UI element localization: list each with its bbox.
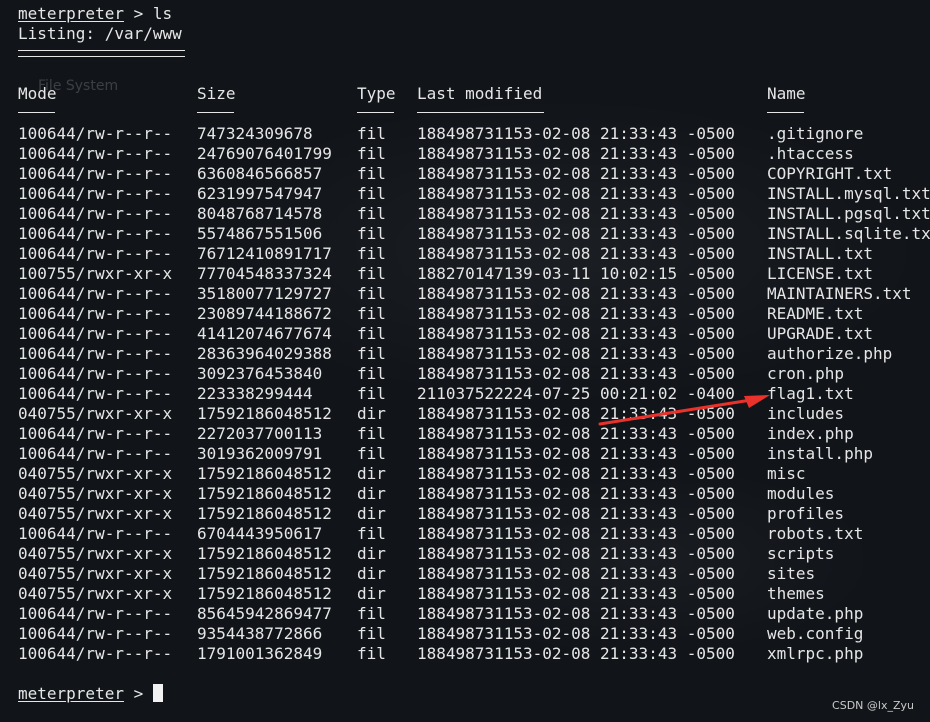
red-arrow-icon	[598, 395, 770, 426]
watermark: CSDN @lx_Zyu	[832, 699, 914, 712]
arrow-shaft	[598, 398, 753, 426]
terminal-window[interactable]: File System meterpreter > ls Listing: /v…	[0, 0, 930, 722]
